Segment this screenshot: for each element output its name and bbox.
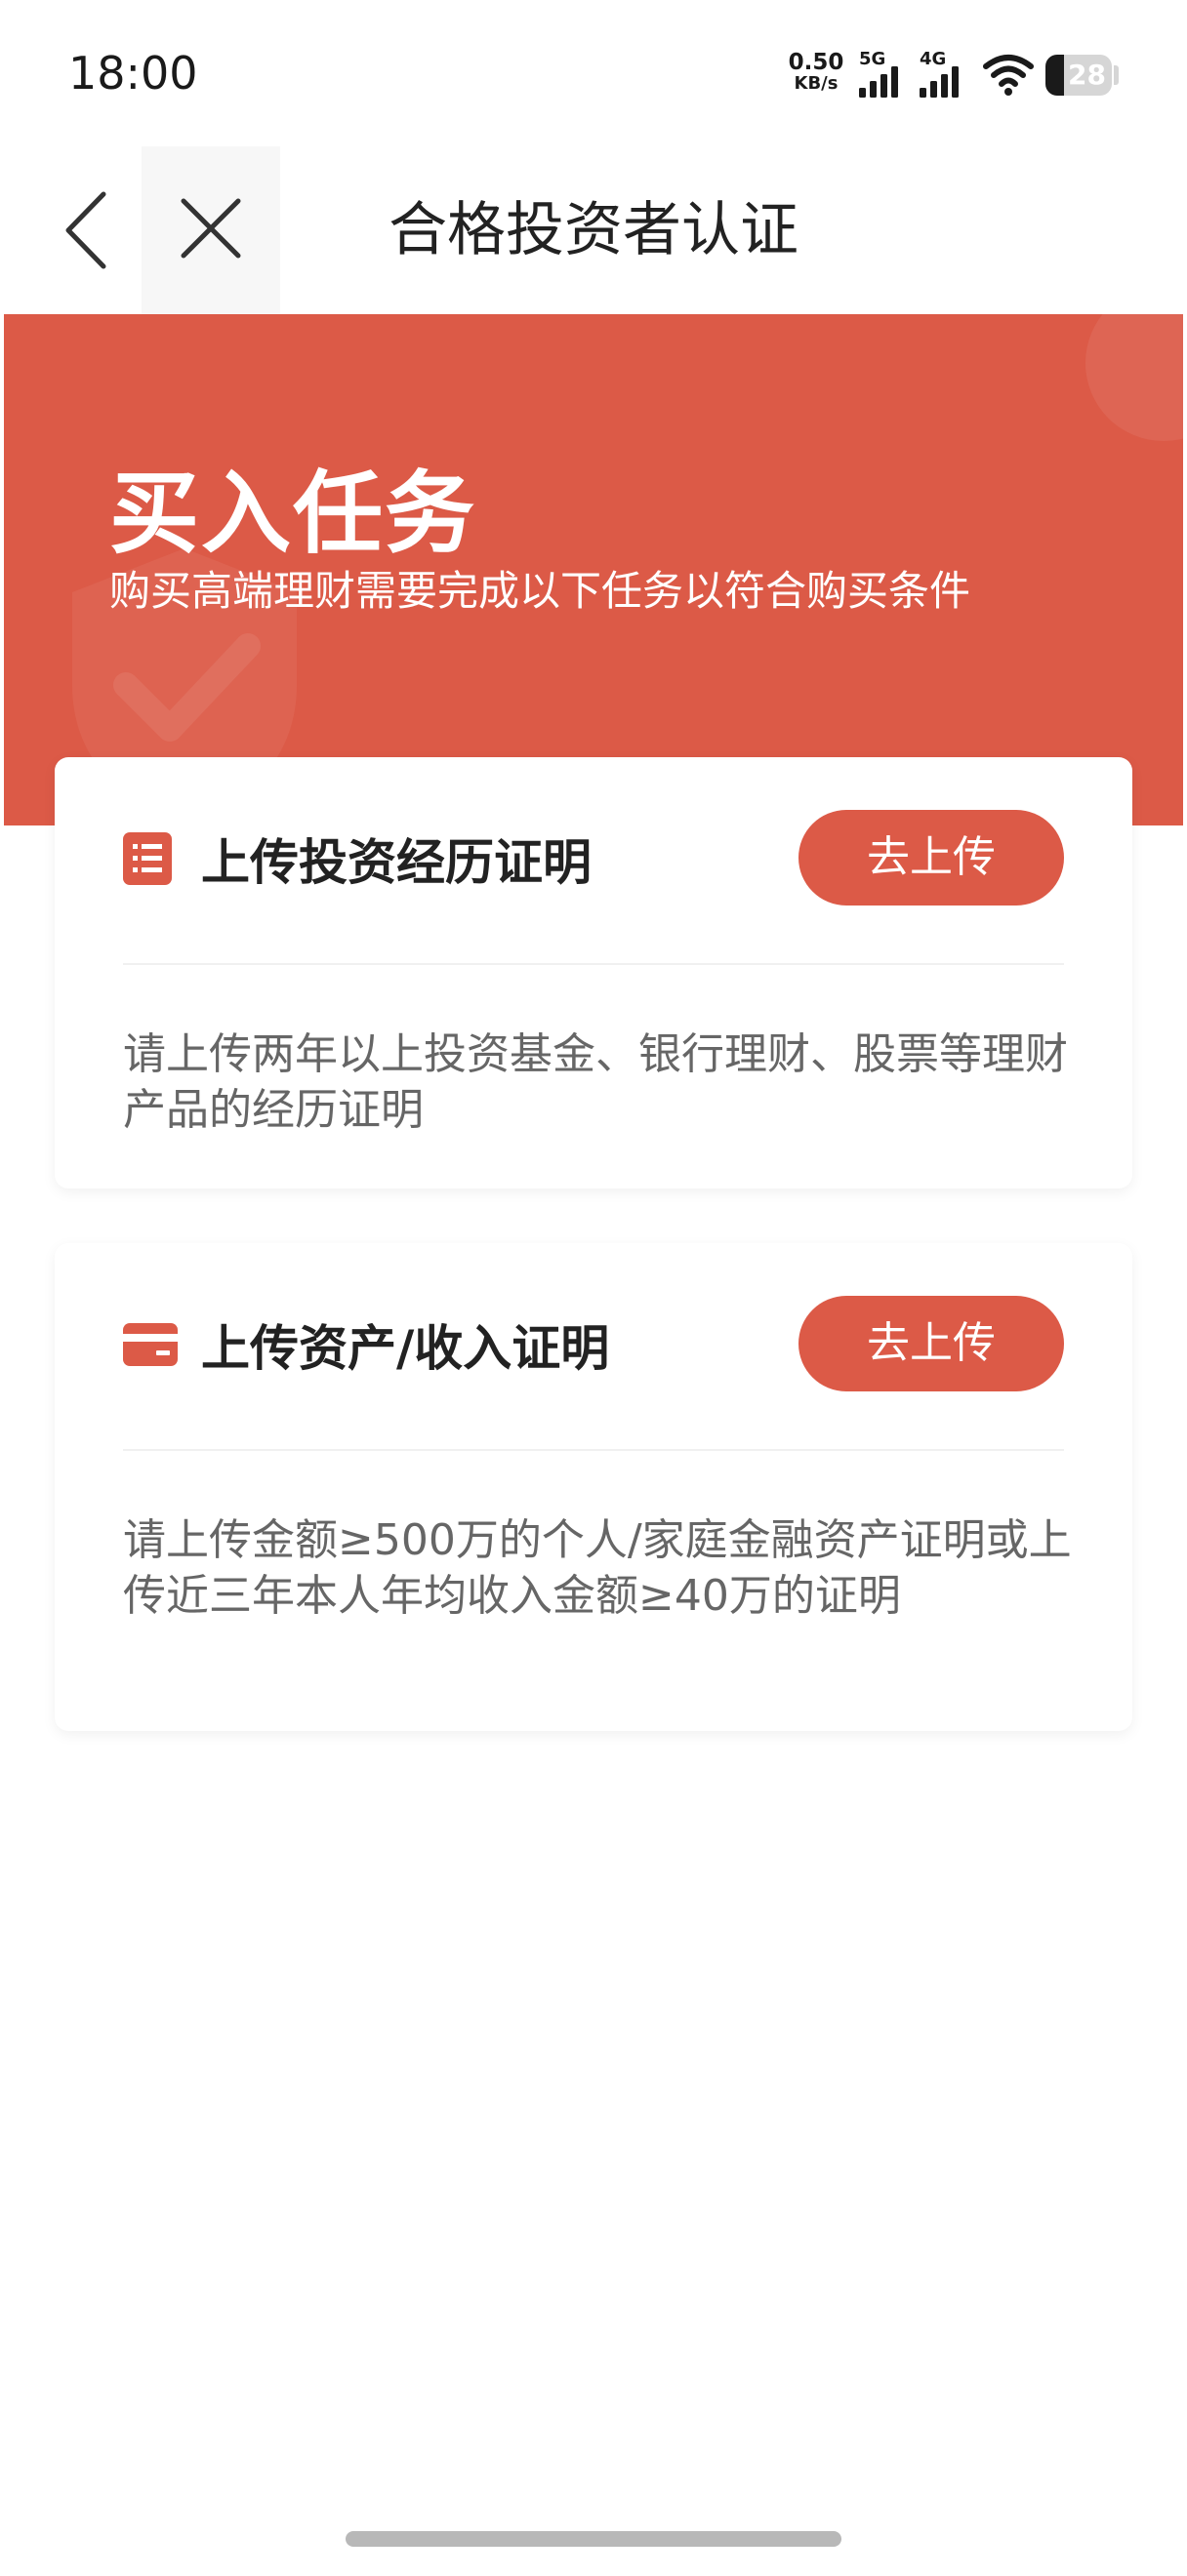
task-card-asset-income: 上传资产/收入证明 去上传 请上传金额≥500万的个人/家庭金融资产证明或上传近… [55, 1243, 1132, 1731]
nav-bar: 合格投资者认证 [0, 146, 1187, 314]
hero-subtitle: 购买高端理财需要完成以下任务以符合购买条件 [109, 567, 971, 615]
network-speed-value: 0.50 [788, 50, 844, 75]
divider [123, 1449, 1064, 1451]
close-icon [181, 198, 241, 259]
network-speed-unit: KB/s [794, 73, 839, 94]
network-speed: 0.50 KB/s [787, 50, 845, 95]
task-card-investment-experience: 上传投资经历证明 去上传 请上传两年以上投资基金、银行理财、股票等理财产品的经历… [55, 757, 1132, 1188]
hero-decoration [1085, 314, 1183, 441]
back-button[interactable] [55, 188, 133, 272]
upload-asset-proof-button[interactable]: 去上传 [798, 1296, 1064, 1391]
task-title: 上传资产/收入证明 [201, 1320, 610, 1377]
status-time: 18:00 [68, 47, 198, 100]
divider [123, 963, 1064, 965]
wifi-icon [982, 53, 1035, 100]
back-chevron-icon [65, 191, 106, 269]
task-title: 上传投资经历证明 [201, 834, 592, 891]
home-indicator[interactable] [346, 2531, 841, 2547]
task-description: 请上传金额≥500万的个人/家庭金融资产证明或上传近三年本人年均收入金额≥40万… [123, 1515, 1072, 1621]
credit-card-icon [123, 1323, 178, 1370]
upload-investment-proof-button[interactable]: 去上传 [798, 810, 1064, 906]
status-bar: 18:00 0.50 KB/s 5G 4G 28 [0, 0, 1187, 146]
hero-banner: 买入任务 购买高端理财需要完成以下任务以符合购买条件 [4, 314, 1183, 825]
task-description: 请上传两年以上投资基金、银行理财、股票等理财产品的经历证明 [123, 1029, 1068, 1135]
battery-icon: 28 [1045, 55, 1112, 96]
page-title: 合格投资者认证 [389, 196, 798, 264]
battery-level: 28 [1068, 59, 1106, 91]
battery-tip [1114, 65, 1119, 85]
hero-title: 买入任务 [109, 462, 477, 566]
close-button[interactable] [142, 146, 280, 314]
document-list-icon [123, 832, 172, 889]
